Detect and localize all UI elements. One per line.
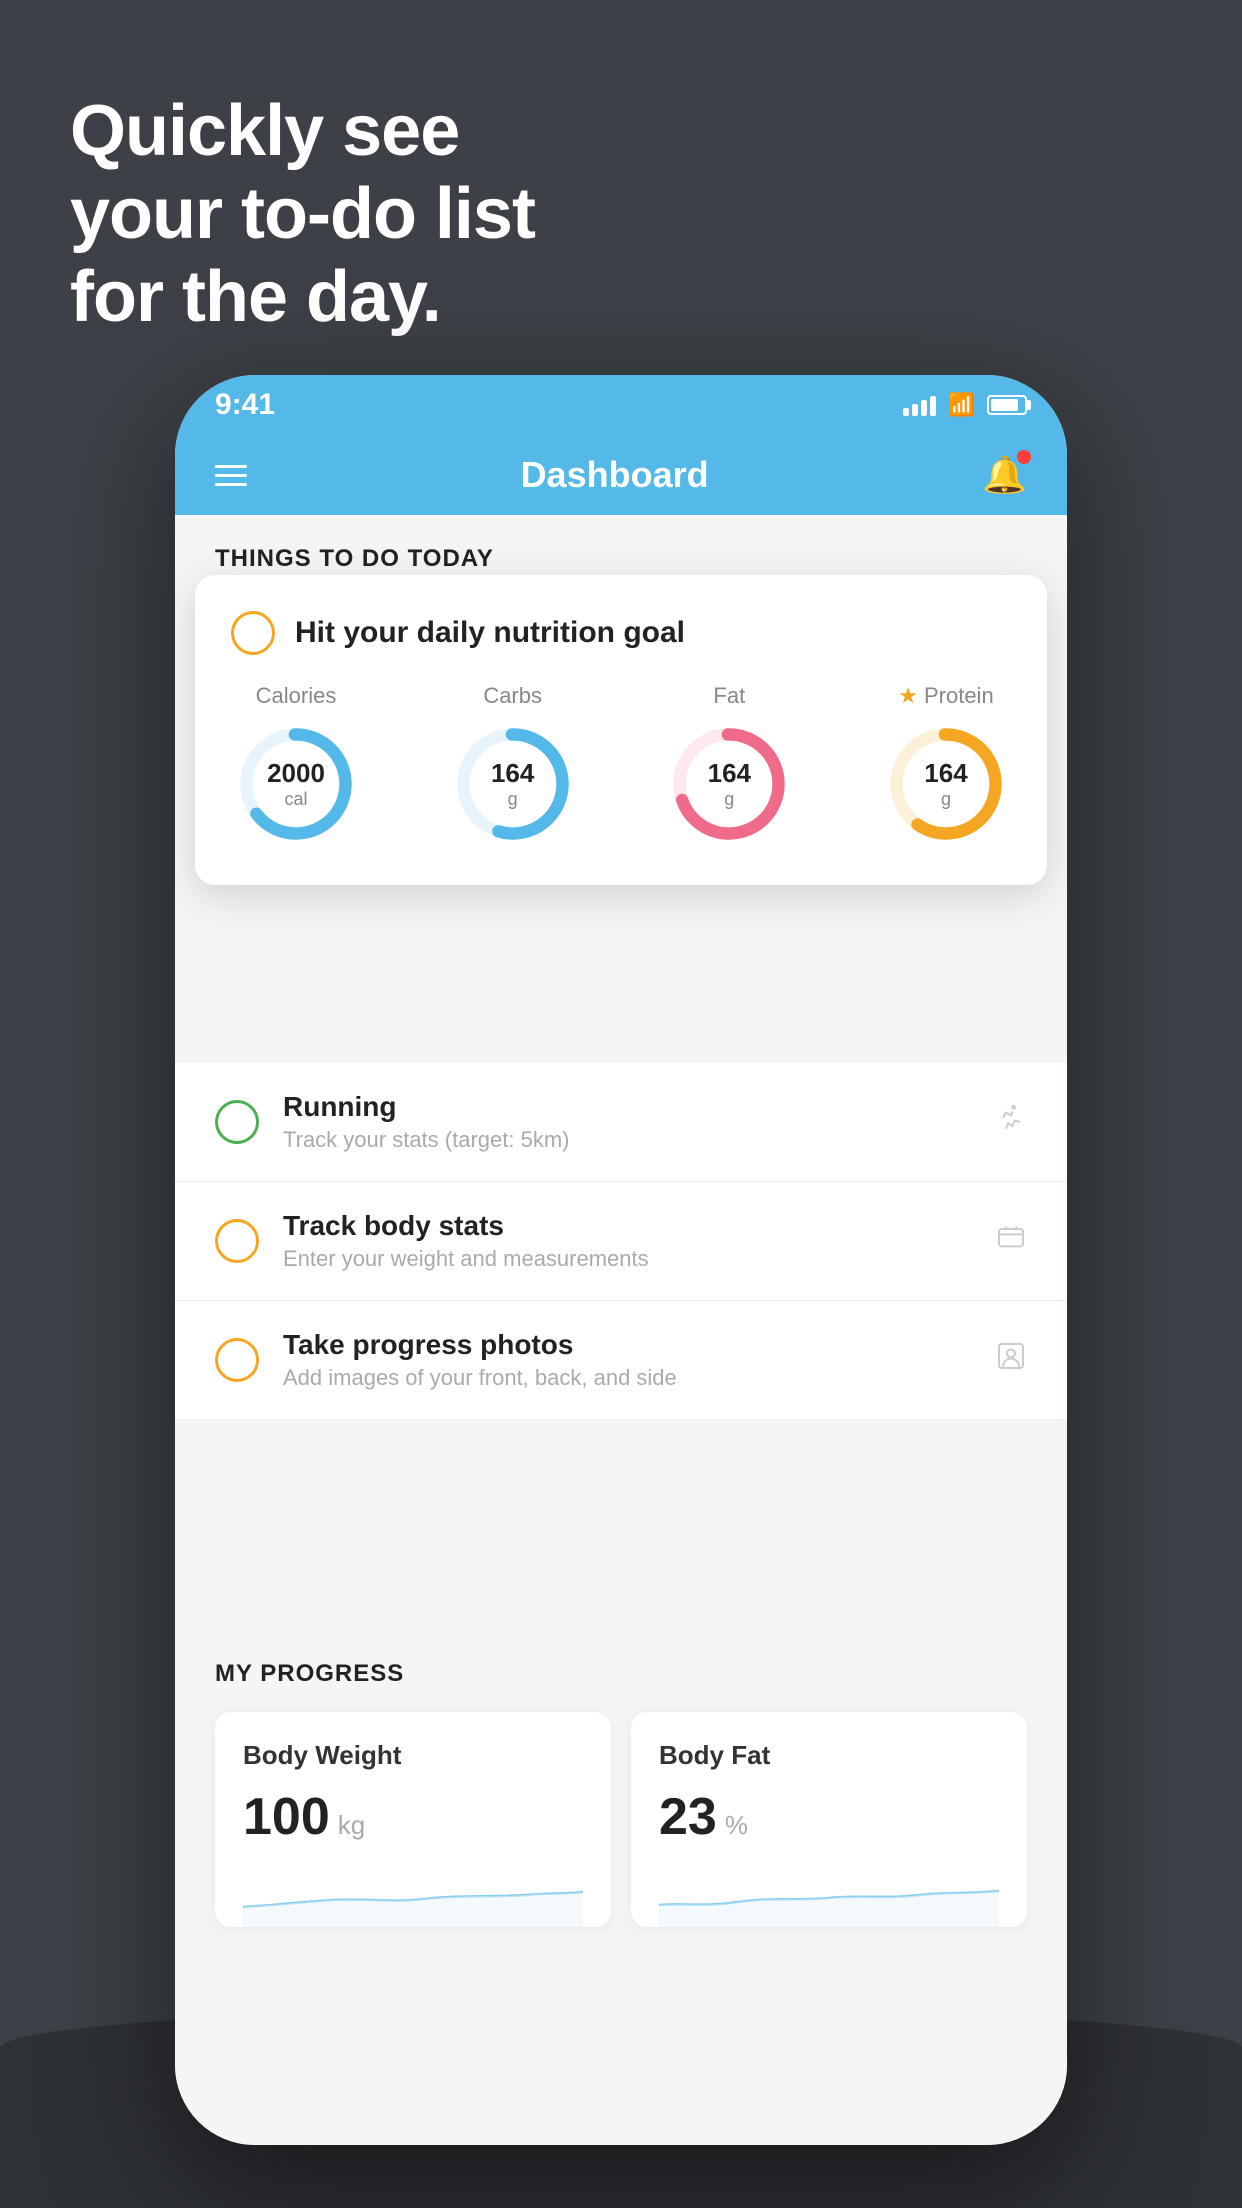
protein-value: 164: [924, 758, 967, 789]
running-text: Running Track your stats (target: 5km): [283, 1091, 995, 1153]
wifi-icon: 📶: [948, 392, 975, 418]
carbs-donut: 164 g: [448, 719, 578, 849]
running-checkbox[interactable]: [215, 1100, 259, 1144]
body-stats-text: Track body stats Enter your weight and m…: [283, 1210, 995, 1272]
person-photo-icon: [995, 1340, 1027, 1380]
things-section-title: THINGS TO DO TODAY: [215, 545, 494, 572]
hamburger-line: [215, 474, 247, 477]
todo-running[interactable]: Running Track your stats (target: 5km): [175, 1063, 1067, 1182]
body-weight-unit: kg: [338, 1810, 365, 1841]
body-weight-value-row: 100 kg: [243, 1787, 583, 1847]
calories-value: 2000: [267, 758, 325, 789]
notification-dot: [1017, 450, 1031, 464]
content-area: THINGS TO DO TODAY Hit your daily nutrit…: [175, 515, 1067, 2145]
nutrition-card: Hit your daily nutrition goal Calories 2…: [195, 575, 1047, 885]
body-weight-card[interactable]: Body Weight 100 kg: [215, 1712, 611, 1927]
body-weight-chart: [243, 1867, 583, 1927]
body-fat-title: Body Fat: [659, 1740, 999, 1771]
card-title: Hit your daily nutrition goal: [295, 616, 685, 650]
nav-title: Dashboard: [521, 454, 709, 496]
calories-unit: cal: [284, 789, 307, 809]
battery-icon: [987, 395, 1027, 415]
nutrition-fat: Fat 164 g: [664, 683, 794, 849]
protein-label: ★ Protein: [898, 683, 993, 709]
card-header-row: Hit your daily nutrition goal: [231, 611, 1011, 655]
body-fat-card[interactable]: Body Fat 23 %: [631, 1712, 1027, 1927]
progress-photos-desc: Add images of your front, back, and side: [283, 1365, 995, 1391]
body-fat-unit: %: [725, 1810, 748, 1841]
progress-grid: Body Weight 100 kg Body Fat: [215, 1712, 1027, 1927]
progress-photos-name: Take progress photos: [283, 1329, 995, 1361]
todo-progress-photos[interactable]: Take progress photos Add images of your …: [175, 1301, 1067, 1420]
status-bar: 9:41 📶: [175, 375, 1067, 435]
body-weight-value: 100: [243, 1787, 330, 1847]
protein-unit: g: [941, 789, 951, 809]
nutrition-protein: ★ Protein 164 g: [881, 683, 1011, 849]
nav-bar: Dashboard 🔔: [175, 435, 1067, 515]
running-icon: [995, 1102, 1027, 1142]
hamburger-line: [215, 483, 247, 486]
notification-bell-icon[interactable]: 🔔: [982, 454, 1027, 496]
progress-photos-text: Take progress photos Add images of your …: [283, 1329, 995, 1391]
body-weight-title: Body Weight: [243, 1740, 583, 1771]
progress-section-title: MY PROGRESS: [215, 1660, 1027, 1688]
body-stats-checkbox[interactable]: [215, 1219, 259, 1263]
protein-donut: 164 g: [881, 719, 1011, 849]
carbs-value: 164: [491, 758, 534, 789]
scale-icon: [995, 1221, 1027, 1261]
card-checkbox[interactable]: [231, 611, 275, 655]
progress-photos-checkbox[interactable]: [215, 1338, 259, 1382]
nutrition-grid: Calories 2000 cal Carbs: [231, 683, 1011, 849]
running-name: Running: [283, 1091, 995, 1123]
fat-donut: 164 g: [664, 719, 794, 849]
progress-section: MY PROGRESS Body Weight 100 kg: [175, 1620, 1067, 1927]
fat-label: Fat: [713, 683, 745, 709]
signal-icon: [903, 394, 936, 416]
body-stats-name: Track body stats: [283, 1210, 995, 1242]
star-icon: ★: [898, 683, 918, 709]
carbs-unit: g: [508, 789, 518, 809]
running-desc: Track your stats (target: 5km): [283, 1127, 995, 1153]
nutrition-calories: Calories 2000 cal: [231, 683, 361, 849]
calories-donut: 2000 cal: [231, 719, 361, 849]
nutrition-carbs: Carbs 164 g: [448, 683, 578, 849]
body-stats-desc: Enter your weight and measurements: [283, 1246, 995, 1272]
fat-value: 164: [708, 758, 751, 789]
status-icons: 📶: [903, 392, 1027, 418]
todo-list: Running Track your stats (target: 5km) T…: [175, 1063, 1067, 1420]
todo-body-stats[interactable]: Track body stats Enter your weight and m…: [175, 1182, 1067, 1301]
body-fat-chart: [659, 1867, 999, 1927]
hamburger-menu[interactable]: [215, 465, 247, 486]
calories-label: Calories: [256, 683, 337, 709]
hamburger-line: [215, 465, 247, 468]
fat-unit: g: [724, 789, 734, 809]
hero-text: Quickly see your to-do list for the day.: [70, 90, 535, 338]
carbs-label: Carbs: [483, 683, 542, 709]
status-time: 9:41: [215, 388, 275, 422]
phone-frame: 9:41 📶 Dashboard 🔔: [175, 375, 1067, 2145]
body-fat-value-row: 23 %: [659, 1787, 999, 1847]
body-fat-value: 23: [659, 1787, 717, 1847]
